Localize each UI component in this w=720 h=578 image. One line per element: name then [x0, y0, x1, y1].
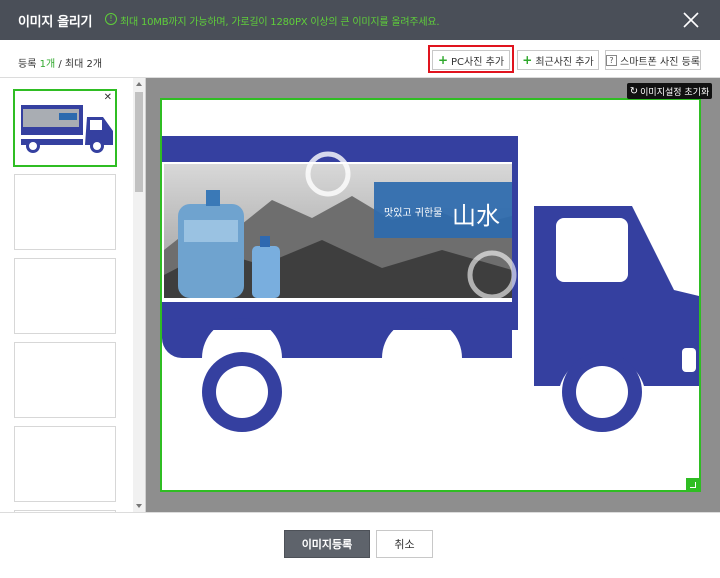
recent-photo-add-label: 최근사진 추가: [535, 56, 594, 68]
close-icon[interactable]: [682, 11, 700, 29]
help-icon: ?: [606, 54, 618, 66]
thumbnail-image: [21, 105, 113, 153]
count-current: 1개: [39, 59, 56, 70]
thumbnail-scrollbar[interactable]: [133, 78, 145, 512]
recent-photo-add-button[interactable]: + 최근사진 추가: [517, 50, 599, 70]
scroll-down-icon[interactable]: [136, 504, 142, 508]
refresh-icon: ↻: [629, 85, 639, 97]
cancel-button[interactable]: 취소: [376, 530, 433, 558]
reset-image-settings-button[interactable]: ↻ 이미지설정 초기화: [627, 83, 712, 99]
count-prefix: 등록: [18, 59, 40, 70]
scroll-up-icon[interactable]: [136, 82, 142, 86]
smartphone-photo-register-label: 스마트폰 사진 등록: [620, 56, 700, 68]
resize-handle[interactable]: [686, 478, 700, 492]
dialog-title: 이미지 올리기: [18, 15, 93, 30]
info-icon: !: [105, 13, 117, 25]
upload-notice: 최대 10MB까지 가능하며, 가로길이 1280PX 이상의 큰 이미지를 올…: [120, 17, 440, 28]
thumbnail-item-empty[interactable]: [14, 174, 116, 250]
dialog-header: 이미지 올리기 ! 최대 10MB까지 가능하며, 가로길이 1280PX 이상…: [0, 0, 720, 40]
reset-image-settings-label: 이미지설정 초기화: [640, 87, 710, 98]
thumbnail-item-empty[interactable]: [14, 426, 116, 502]
register-image-button[interactable]: 이미지등록: [284, 530, 370, 558]
thumbnail-item-empty[interactable]: [14, 258, 116, 334]
image-caption-big: 山水: [452, 202, 500, 230]
image-caption-small: 맛있고 귀한물: [384, 207, 442, 219]
pc-photo-add-label: PC사진 추가: [451, 56, 505, 68]
plus-icon: +: [522, 53, 533, 67]
scrollbar-thumb[interactable]: [135, 92, 143, 192]
thumbnail-item-empty[interactable]: [14, 342, 116, 418]
thumbnail-item-selected[interactable]: ✕: [13, 89, 117, 167]
image-count: 등록 1개 / 최대 2개: [18, 55, 102, 70]
smartphone-photo-register-button[interactable]: ? 스마트폰 사진 등록: [605, 50, 701, 70]
plus-icon: +: [437, 53, 449, 67]
truck-image: 맛있고 귀한물 山水: [162, 136, 699, 432]
thumbnail-list: ✕: [0, 78, 146, 512]
count-max: / 최대 2개: [55, 59, 103, 70]
pc-photo-add-button[interactable]: + PC사진 추가: [432, 50, 510, 70]
editing-image[interactable]: 맛있고 귀한물 山水: [160, 98, 701, 492]
